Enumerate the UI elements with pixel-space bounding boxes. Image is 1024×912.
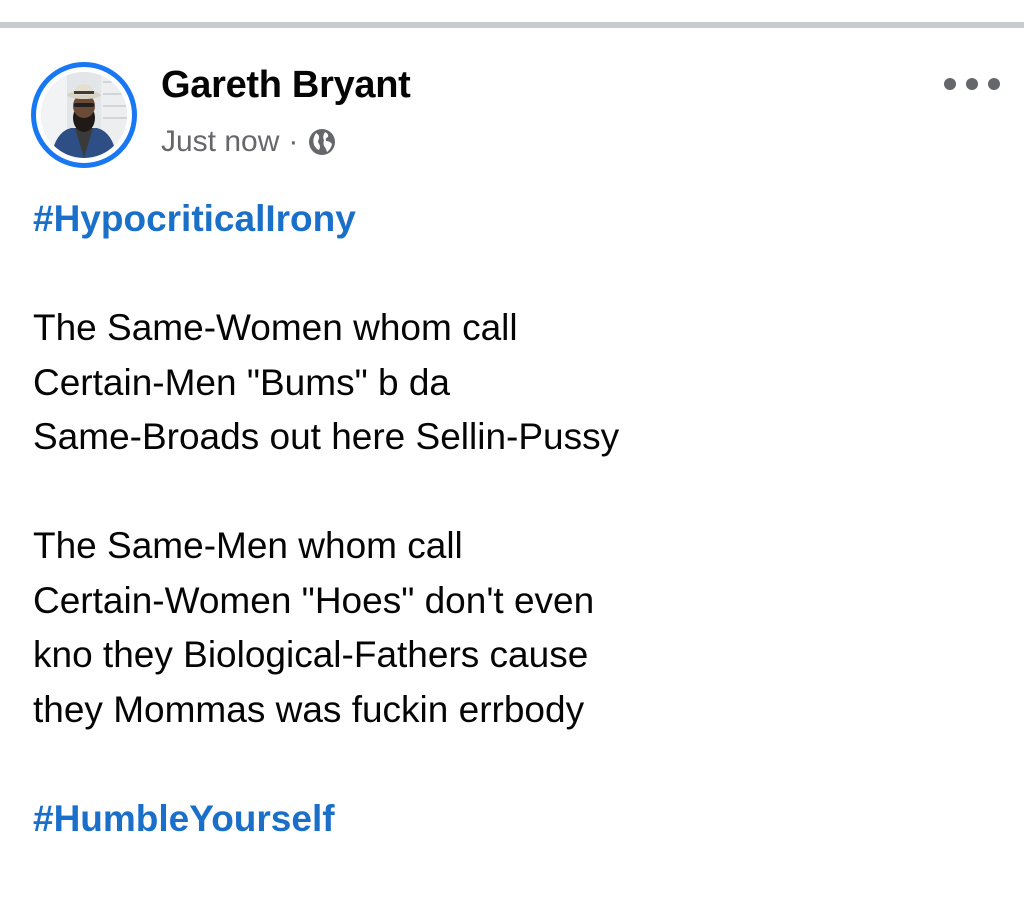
more-options-icon[interactable] [944,72,1000,96]
post-paragraph: The Same-Men whom call Certain-Women "Ho… [33,519,993,737]
meta-separator: · [288,125,299,158]
hashtag-link[interactable]: #HumbleYourself [33,792,993,847]
post-text-line: The Same-Men whom call [33,525,463,566]
timestamp[interactable]: Just now [161,125,279,159]
post-text-line: The Same-Women whom call [33,307,518,348]
top-divider [0,22,1024,28]
post-paragraph: The Same-Women whom call Certain-Men "Bu… [33,301,993,465]
post-text-line: Certain-Men "Bums" b da [33,361,450,403]
post-meta: Just now · [161,122,337,162]
post-text-line: kno they Biological-Fathers cause [33,634,589,675]
more-dot [988,78,1000,90]
more-dot [944,78,956,90]
hashtag-link[interactable]: #HypocriticalIrony [33,192,993,247]
author-name[interactable]: Gareth Bryant [161,64,411,107]
avatar[interactable] [31,62,137,168]
profile-photo [41,72,127,158]
post-text-line: they Mommas was fuckin errbody [33,688,585,730]
post-text-line: Same-Broads out here Sellin-Pussy [33,416,620,457]
profile-photo-illustration [41,72,127,158]
more-dot [966,78,978,90]
globe-icon[interactable] [307,127,337,157]
post-text-line: Certain-Women "Hoes" don't even [33,579,595,621]
post-card: Gareth Bryant Just now · #HypocriticalIr… [0,0,1024,912]
post-body: #HypocriticalIrony The Same-Women whom c… [33,192,993,846]
